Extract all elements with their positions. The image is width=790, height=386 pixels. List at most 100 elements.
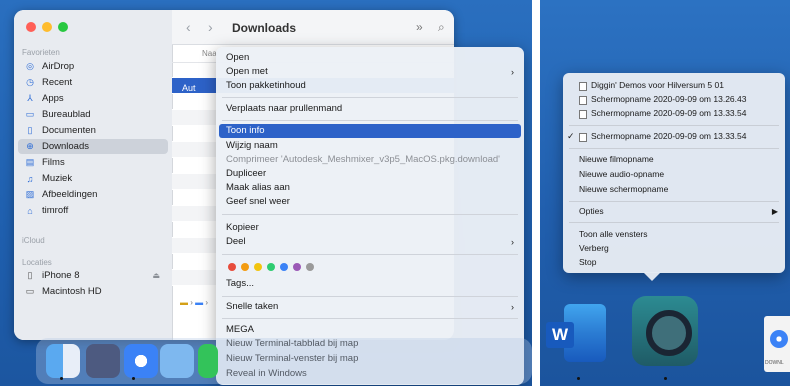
dock-running-indicator: [132, 377, 135, 380]
chevron-right-icon: ›: [511, 237, 514, 247]
word-app-icon[interactable]: W: [546, 304, 606, 362]
folder-icon: ▬: [180, 298, 188, 307]
menu-item-tags[interactable]: Tags...: [216, 277, 524, 291]
menu-item-toon-info[interactable]: Toon info: [219, 124, 521, 138]
menu-item-nieuwe-audio-opname[interactable]: Nieuwe audio-opname: [563, 168, 785, 181]
recent-file-item[interactable]: Schermopname 2020-09-09 om 13.33.54: [563, 107, 785, 120]
chevron-right-icon[interactable]: ›: [208, 19, 213, 35]
menu-item-kopieer[interactable]: Kopieer: [216, 221, 524, 235]
menu-item-dupliceer[interactable]: Dupliceer: [216, 167, 524, 181]
menu-item-stop[interactable]: Stop: [563, 256, 785, 269]
finder-app-icon[interactable]: [46, 344, 80, 378]
file-icon: [579, 96, 587, 105]
chevron-left-icon[interactable]: ‹: [186, 19, 191, 35]
sidebar-item-documenten[interactable]: ▯ Documenten: [18, 123, 168, 138]
menu-separator: [222, 318, 518, 319]
download-icon: ⊕: [26, 141, 34, 151]
menu-item-geef-snel-weer[interactable]: Geef snel weer: [216, 195, 524, 209]
checkmark-icon: ✓: [567, 131, 575, 141]
dock-running-indicator: [577, 377, 580, 380]
mail-app-icon[interactable]: [160, 344, 194, 378]
menu-separator: [222, 254, 518, 255]
sidebar-item-recent[interactable]: ◷ Recent: [18, 75, 168, 90]
menu-item-open[interactable]: Open: [216, 51, 524, 65]
finder-screenshot-panel: Favorieten ◎ AirDrop ◷ Recent ⅄ Apps ▭ Burea…: [0, 0, 532, 386]
tag-color-picker: [228, 263, 314, 271]
menu-separator: [569, 125, 779, 126]
menu-item-verberg[interactable]: Verberg: [563, 242, 785, 255]
airdrop-icon: ◎: [26, 61, 34, 71]
image-icon: ▨: [25, 189, 35, 199]
facetime-app-icon[interactable]: [198, 344, 218, 378]
recent-file-item[interactable]: Schermopname 2020-09-09 om 13.26.43: [563, 93, 785, 106]
search-icon[interactable]: ⌕: [438, 20, 445, 35]
music-icon: ♫: [26, 173, 34, 184]
menu-item-toon-pakketinhoud[interactable]: Toon pakketinhoud: [216, 79, 524, 93]
tag-purple[interactable]: [293, 263, 301, 271]
sidebar-item-apps[interactable]: ⅄ Apps: [18, 91, 168, 106]
close-button[interactable]: [26, 22, 36, 32]
menu-separator: [569, 201, 779, 202]
apps-icon: ⅄: [27, 93, 33, 103]
sidebar-item-downloads[interactable]: ⊕ Downloads: [18, 139, 168, 154]
sidebar-header-favorites: Favorieten: [22, 48, 60, 57]
quicktime-screenshot-panel: Diggin' Demos voor Hilversum 5 01 Scherm…: [540, 0, 790, 386]
quicktime-app-icon[interactable]: [632, 296, 698, 366]
zoom-button[interactable]: [58, 22, 68, 32]
sidebar-item-macintosh-hd[interactable]: ▭ Macintosh HD: [18, 284, 168, 299]
sidebar-item-timroff[interactable]: ⌂ timroff: [18, 203, 168, 218]
menu-item-toon-alle-vensters[interactable]: Toon alle vensters: [563, 228, 785, 241]
dock-running-indicator: [664, 377, 667, 380]
menu-item-deel[interactable]: Deel ›: [216, 235, 524, 249]
menu-item-nieuwe-schermopname[interactable]: Nieuwe schermopname: [563, 183, 785, 196]
tag-green[interactable]: [267, 263, 275, 271]
dock: W DOWNL: [540, 292, 790, 386]
sidebar-item-films[interactable]: ▤ Films: [18, 155, 168, 170]
finder-toolbar: ‹ › Downloads » ⌕: [172, 10, 454, 45]
tag-gray[interactable]: [306, 263, 314, 271]
document-label: DOWNL: [765, 360, 784, 366]
tag-red[interactable]: [228, 263, 236, 271]
sidebar-item-muziek[interactable]: ♫ Muziek: [18, 171, 168, 186]
clock-icon: ◷: [26, 77, 34, 87]
menu-item-opties[interactable]: Opties ▶: [563, 205, 785, 218]
film-icon: ▤: [25, 157, 35, 167]
menu-item-mega[interactable]: MEGA: [216, 323, 524, 337]
menu-item-verplaats-prullenmand[interactable]: Verplaats naar prullenmand: [216, 102, 524, 116]
sidebar-item-bureaublad[interactable]: ▭ Bureaublad: [18, 107, 168, 122]
file-icon: [579, 82, 587, 91]
desktop-icon: ▭: [25, 109, 35, 119]
minimize-button[interactable]: [42, 22, 52, 32]
downloaded-document-icon[interactable]: DOWNL: [764, 316, 790, 372]
menu-item-snelle-taken[interactable]: Snelle taken ›: [216, 300, 524, 314]
tag-yellow[interactable]: [254, 263, 262, 271]
quicktime-q-icon: [646, 310, 692, 356]
file-icon: [579, 110, 587, 119]
menu-item-comprimeer: Comprimeer 'Autodesk_Meshmixer_v3p5_MacO…: [226, 154, 500, 165]
home-icon: ⌂: [27, 205, 33, 216]
sidebar-item-afbeeldingen[interactable]: ▨ Afbeeldingen: [18, 187, 168, 202]
window-controls: [26, 22, 68, 32]
menu-item-nieuwe-filmopname[interactable]: Nieuwe filmopname: [563, 153, 785, 166]
tag-blue[interactable]: [280, 263, 288, 271]
double-chevron-icon[interactable]: »: [416, 20, 423, 34]
finder-sidebar: Favorieten ◎ AirDrop ◷ Recent ⅄ Apps ▭ Burea…: [14, 10, 173, 340]
eject-icon[interactable]: ⏏: [152, 271, 160, 280]
tag-orange[interactable]: [241, 263, 249, 271]
menu-separator: [222, 296, 518, 297]
safari-app-icon[interactable]: [124, 344, 158, 378]
launchpad-app-icon[interactable]: [86, 344, 120, 378]
file-icon: [579, 133, 587, 142]
sidebar-item-iphone[interactable]: ▯ iPhone 8 ⏏: [18, 268, 168, 283]
open-window-item[interactable]: ✓ Schermopname 2020-09-09 om 13.33.54: [563, 130, 785, 143]
menu-item-maak-alias[interactable]: Maak alias aan: [216, 181, 524, 195]
menu-item-open-met[interactable]: Open met ›: [216, 65, 524, 79]
menu-item-wijzig-naam[interactable]: Wijzig naam: [216, 139, 524, 153]
triangle-right-icon: ▶: [771, 207, 778, 216]
quicktime-dock-menu: Diggin' Demos voor Hilversum 5 01 Scherm…: [563, 73, 785, 273]
recent-file-item[interactable]: Diggin' Demos voor Hilversum 5 01: [563, 79, 785, 92]
document-icon: ▯: [27, 125, 33, 135]
sidebar-item-airdrop[interactable]: ◎ AirDrop: [18, 59, 168, 74]
menu-separator: [222, 120, 518, 121]
menu-separator: [222, 214, 518, 215]
